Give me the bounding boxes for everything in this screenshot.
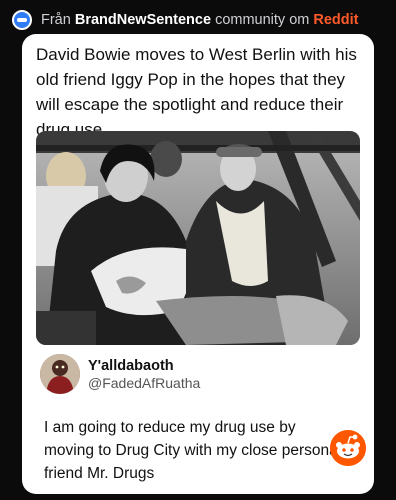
photo-image bbox=[36, 131, 360, 345]
reddit-link[interactable]: Reddit bbox=[313, 12, 358, 28]
subreddit-icon[interactable] bbox=[12, 10, 32, 30]
tweet-text: I am going to reduce my drug use by movi… bbox=[44, 419, 342, 482]
tweet-display-name[interactable]: Y'alldabaoth bbox=[88, 358, 174, 374]
post-photo[interactable] bbox=[36, 131, 360, 345]
avatar[interactable] bbox=[40, 354, 80, 394]
reddit-snoo-icon[interactable] bbox=[330, 430, 366, 466]
post-card[interactable]: David Bowie moves to West Berlin with hi… bbox=[22, 34, 374, 494]
source-prefix: Från bbox=[41, 12, 71, 28]
source-middle: community om bbox=[215, 12, 310, 28]
community-link[interactable]: BrandNewSentence bbox=[75, 12, 211, 28]
post-title: David Bowie moves to West Berlin with hi… bbox=[36, 45, 357, 139]
source-line: Från BrandNewSentence community om Reddi… bbox=[41, 12, 359, 28]
tweet-handle[interactable]: @FadedAfRuatha bbox=[88, 375, 200, 391]
